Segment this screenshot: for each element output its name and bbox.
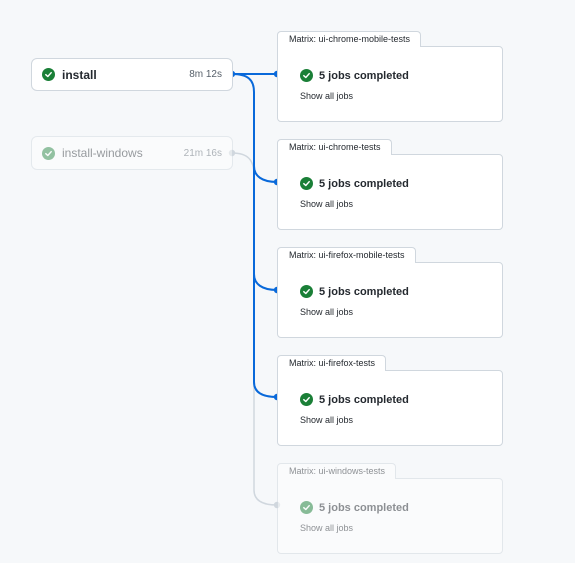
job-name: install <box>62 67 97 82</box>
show-all-jobs-link[interactable]: Show all jobs <box>300 199 502 209</box>
matrix-summary: 5 jobs completed <box>300 69 502 82</box>
edge-install-to-firefox-mobile <box>253 166 278 291</box>
show-all-jobs-link[interactable]: Show all jobs <box>300 415 502 425</box>
matrix-summary: 5 jobs completed <box>300 285 502 298</box>
matrix-label: Matrix: ui-firefox-mobile-tests <box>277 247 416 263</box>
matrix-summary: 5 jobs completed <box>300 501 502 514</box>
matrix-ui-firefox-mobile-tests: Matrix: ui-firefox-mobile-tests 5 jobs c… <box>277 245 503 338</box>
edge-install-to-firefox <box>253 274 278 398</box>
check-circle-icon <box>300 177 313 190</box>
matrix-label: Matrix: ui-windows-tests <box>277 463 397 479</box>
matrix-summary-text: 5 jobs completed <box>319 393 409 406</box>
matrix-panel: 5 jobs completed Show all jobs <box>277 262 503 338</box>
job-duration: 21m 16s <box>183 147 222 159</box>
matrix-summary-text: 5 jobs completed <box>319 69 409 82</box>
edge-install-to-chrome <box>231 73 278 183</box>
matrix-label: Matrix: ui-firefox-tests <box>277 355 387 371</box>
matrix-panel: 5 jobs completed Show all jobs <box>277 370 503 446</box>
job-install[interactable]: install 8m 12s <box>31 58 233 91</box>
check-circle-icon <box>300 69 313 82</box>
matrix-label: Matrix: ui-chrome-tests <box>277 139 392 155</box>
matrix-panel: 5 jobs completed Show all jobs <box>277 478 503 554</box>
show-all-jobs-link[interactable]: Show all jobs <box>300 91 502 101</box>
matrix-ui-firefox-tests: Matrix: ui-firefox-tests 5 jobs complete… <box>277 353 503 446</box>
matrix-summary: 5 jobs completed <box>300 393 502 406</box>
matrix-summary-text: 5 jobs completed <box>319 285 409 298</box>
check-circle-icon <box>300 393 313 406</box>
job-duration: 8m 12s <box>189 69 222 80</box>
matrix-label: Matrix: ui-chrome-mobile-tests <box>277 31 422 47</box>
show-all-jobs-link[interactable]: Show all jobs <box>300 307 502 317</box>
matrix-panel: 5 jobs completed Show all jobs <box>277 154 503 230</box>
matrix-ui-chrome-tests: Matrix: ui-chrome-tests 5 jobs completed… <box>277 137 503 230</box>
matrix-summary-text: 5 jobs completed <box>319 501 409 514</box>
matrix-panel: 5 jobs completed Show all jobs <box>277 46 503 122</box>
matrix-ui-windows-tests: Matrix: ui-windows-tests 5 jobs complete… <box>277 461 503 554</box>
matrix-summary-text: 5 jobs completed <box>319 177 409 190</box>
check-circle-icon <box>42 68 55 81</box>
matrix-ui-chrome-mobile-tests: Matrix: ui-chrome-mobile-tests 5 jobs co… <box>277 29 503 122</box>
check-circle-icon <box>300 285 313 298</box>
check-circle-icon <box>42 146 55 160</box>
job-install-windows[interactable]: install-windows 21m 16s <box>31 136 233 170</box>
matrix-summary: 5 jobs completed <box>300 177 502 190</box>
job-name: install-windows <box>62 146 143 160</box>
show-all-jobs-link[interactable]: Show all jobs <box>300 523 502 533</box>
check-circle-icon <box>300 501 313 514</box>
